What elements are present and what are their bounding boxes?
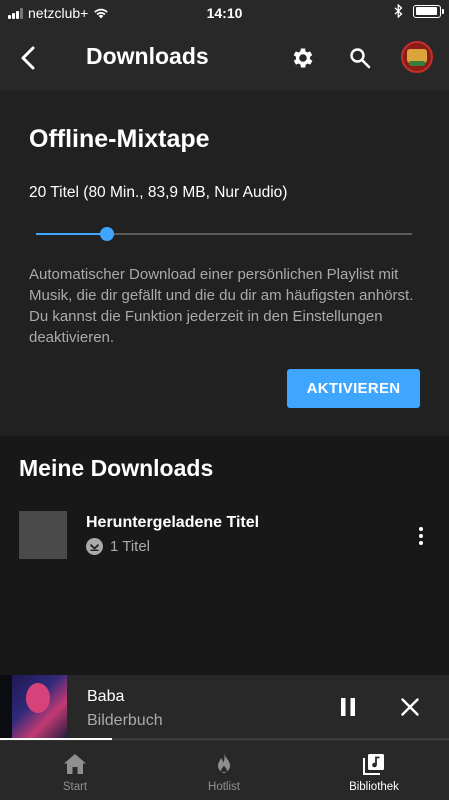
slider-fill: [36, 233, 108, 235]
nav-label-start: Start: [62, 781, 88, 793]
gear-icon: [293, 48, 313, 68]
offline-mixtape-card: Offline-Mixtape 20 Titel (80 Min., 83,9 …: [0, 91, 449, 436]
library-icon: [361, 751, 387, 777]
download-check-icon: [86, 538, 103, 555]
close-icon: [401, 698, 419, 716]
mini-player[interactable]: Baba Bilderbuch: [0, 675, 449, 740]
home-icon: [62, 751, 88, 777]
avatar-image-detail: [409, 61, 425, 66]
mixtape-description: Automatischer Download einer persönliche…: [29, 266, 414, 346]
album-art-strip: [0, 675, 12, 740]
back-button[interactable]: [14, 43, 44, 73]
battery-fill: [415, 7, 438, 15]
search-icon: [350, 48, 371, 69]
more-vertical-icon[interactable]: [410, 523, 432, 549]
pause-icon: [341, 698, 355, 716]
nav-item-library[interactable]: Bibliothek: [299, 741, 449, 800]
download-item-name: Heruntergeladene Titel: [86, 514, 260, 531]
bluetooth-icon: [394, 4, 403, 18]
chevron-left-icon: [21, 46, 35, 70]
list-item[interactable]: Heruntergeladene Titel 1 Titel: [0, 505, 449, 569]
pause-button[interactable]: [336, 695, 360, 719]
track-artist: Bilderbuch: [87, 712, 163, 729]
status-right: [394, 4, 444, 18]
my-downloads-title: Meine Downloads: [19, 455, 214, 481]
downloads-thumbnail: [19, 511, 67, 559]
mixtape-title: Offline-Mixtape: [29, 125, 210, 153]
status-bar: netzclub+ 14:10: [0, 0, 449, 26]
page-title: Downloads: [86, 43, 209, 69]
album-art: [0, 675, 67, 740]
search-button[interactable]: [344, 42, 376, 74]
activate-button[interactable]: AKTIVIEREN: [287, 369, 420, 408]
nav-label-library: Bibliothek: [349, 781, 399, 793]
track-title: Baba: [87, 688, 125, 705]
download-item-count: 1 Titel: [110, 538, 151, 555]
album-art-figure: [26, 683, 50, 713]
close-button[interactable]: [398, 695, 422, 719]
flame-icon: [211, 751, 237, 777]
slider-thumb[interactable]: [100, 227, 115, 241]
nav-label-hotlist: Hotlist: [208, 781, 240, 793]
mixtape-size-slider[interactable]: [36, 227, 412, 241]
nav-item-start[interactable]: Start: [0, 741, 150, 800]
download-item-meta: 1 Titel: [86, 538, 150, 555]
app-header: Downloads: [0, 26, 449, 91]
bottom-nav: Start Hotlist Bibliothek: [0, 740, 449, 800]
status-time: 14:10: [206, 5, 243, 21]
nav-item-hotlist[interactable]: Hotlist: [149, 741, 299, 800]
mixtape-info: 20 Titel (80 Min., 83,9 MB, Nur Audio): [29, 184, 288, 201]
battery-icon: [413, 4, 444, 18]
settings-button[interactable]: [287, 42, 319, 74]
avatar[interactable]: [401, 41, 433, 73]
